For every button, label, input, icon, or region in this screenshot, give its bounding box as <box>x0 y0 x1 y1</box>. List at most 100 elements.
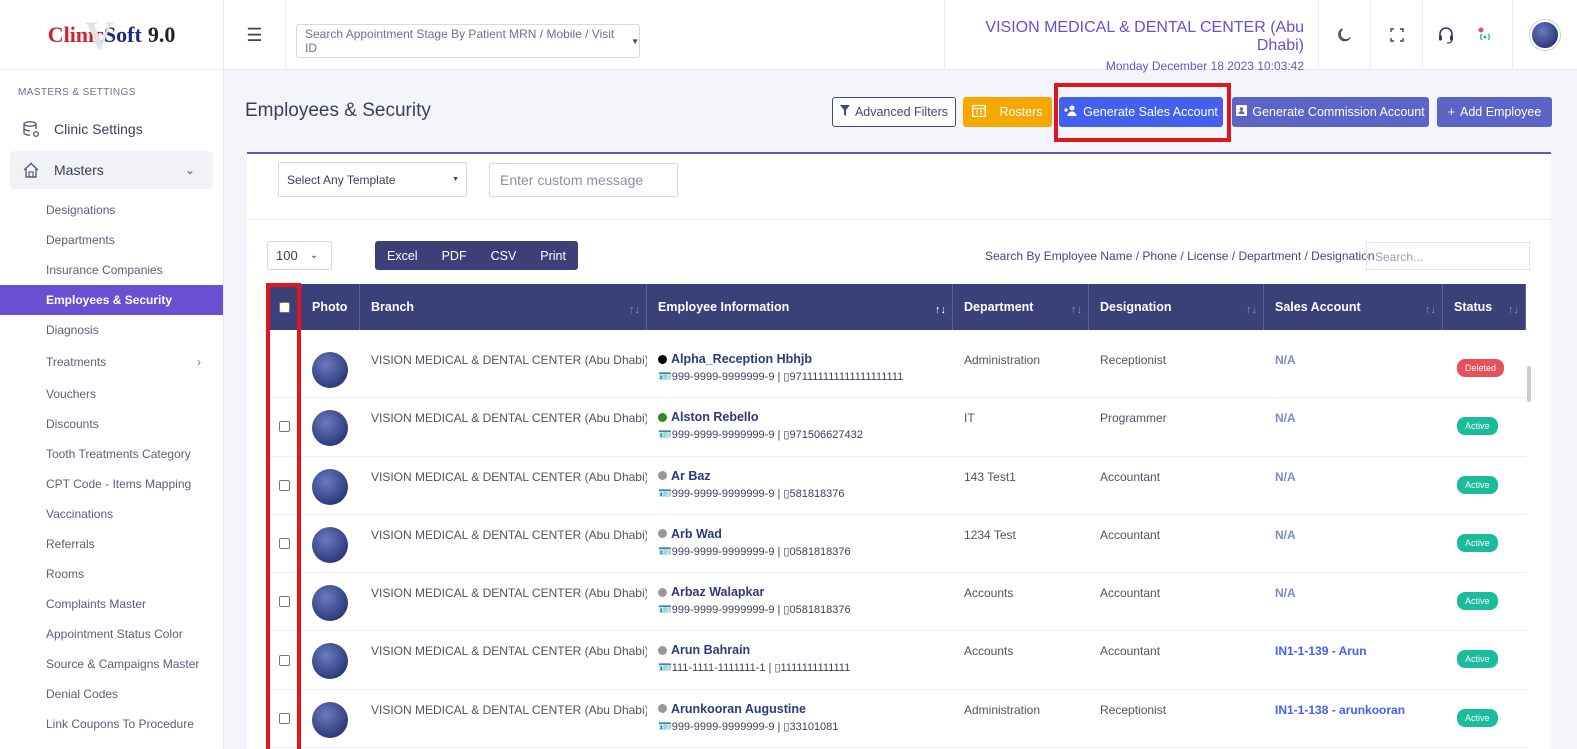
sidebar-item-complaints-master[interactable]: Complaints Master <box>0 589 223 619</box>
sidebar-item-diagnosis[interactable]: Diagnosis <box>0 315 223 345</box>
employee-info-cell[interactable]: Ar Baz 🪪999-9999-9999999-9 | ▯581818376 <box>647 457 953 514</box>
sidebar-item-departments[interactable]: Departments <box>0 225 223 255</box>
sidebar-item-denial-codes[interactable]: Denial Codes <box>0 679 223 709</box>
branch-cell: VISION MEDICAL & DENTAL CENTER (Abu Dhab… <box>371 353 647 367</box>
sales-account-cell: IN1-1-138 - arunkooran <box>1264 690 1443 747</box>
generate-commission-account-button[interactable]: Generate Commission Account <box>1232 97 1429 127</box>
branch-cell: VISION MEDICAL & DENTAL CENTER (Abu Dhab… <box>371 702 647 717</box>
employee-info-cell[interactable]: Arbaz Walapkar 🪪999-9999-9999999-9 | ▯05… <box>647 573 953 630</box>
page-length-select[interactable]: 100 ⌄ <box>267 241 332 270</box>
sales-account-value: IN1-1-138 - arunkooran <box>1275 702 1406 717</box>
employee-name[interactable]: Arunkooran Augustine <box>658 702 953 716</box>
table-header: Photo Branch ↑↓ Employee Information ↑↓ De… <box>268 284 1526 330</box>
column-header-department[interactable]: Department ↑↓ <box>953 284 1089 330</box>
home-icon <box>22 161 40 179</box>
status-dot <box>658 354 667 364</box>
export-print-button[interactable]: Print <box>528 241 578 270</box>
table-row[interactable]: VISION MEDICAL & DENTAL CENTER (Abu Dhab… <box>268 515 1526 574</box>
sidebar-item-cpt-code-mapping[interactable]: CPT Code - Items Mapping <box>0 469 223 499</box>
status-cell: Active <box>1443 457 1526 514</box>
table-row[interactable]: VISION MEDICAL & DENTAL CENTER (Abu Dhab… <box>268 340 1526 399</box>
sidebar-item-clinic-settings[interactable]: Clinic Settings <box>10 110 213 148</box>
table-row[interactable]: VISION MEDICAL & DENTAL CENTER (Abu Dhab… <box>268 690 1526 749</box>
sidebar-item-referrals[interactable]: Referrals <box>0 529 223 559</box>
export-csv-button[interactable]: CSV <box>479 241 529 270</box>
sidebar-item-treatments[interactable]: Treatments › <box>0 345 223 379</box>
status-badge[interactable]: Active <box>1457 708 1498 727</box>
table-row[interactable]: VISION MEDICAL & DENTAL CENTER (Abu Dhab… <box>268 398 1526 457</box>
custom-message-input[interactable]: Enter custom message <box>489 163 678 197</box>
add-employee-button[interactable]: + Add Employee <box>1437 97 1552 127</box>
user-avatar[interactable] <box>1512 0 1577 70</box>
rosters-button[interactable]: Rosters <box>963 97 1052 127</box>
table-row[interactable]: VISION MEDICAL & DENTAL CENTER (Abu Dhab… <box>268 457 1526 515</box>
column-header-sales-account[interactable]: Sales Account ↑↓ <box>1264 284 1443 330</box>
sidebar-item-vouchers[interactable]: Vouchers <box>0 379 223 409</box>
sidebar-item-source-campaigns[interactable]: Source & Campaigns Master <box>0 649 223 679</box>
sidebar-item-insurance-companies[interactable]: Insurance Companies <box>0 255 223 285</box>
employee-name[interactable]: Arun Bahrain <box>658 643 953 657</box>
sort-icon: ↑↓ <box>1071 304 1082 316</box>
status-badge[interactable]: Active <box>1457 592 1498 611</box>
sidebar-item-tooth-treatments-category[interactable]: Tooth Treatments Category <box>0 439 223 469</box>
column-header-branch[interactable]: Branch ↑↓ <box>360 284 647 330</box>
export-excel-button[interactable]: Excel <box>375 241 430 270</box>
sidebar-item-rooms[interactable]: Rooms <box>0 559 223 589</box>
headset-icon[interactable] <box>1422 0 1468 70</box>
sidebar-item-discounts[interactable]: Discounts <box>0 409 223 439</box>
broadcast-icon[interactable] <box>1468 0 1502 70</box>
status-badge[interactable]: Active <box>1457 417 1498 436</box>
column-header-designation[interactable]: Designation ↑↓ <box>1089 284 1264 330</box>
fullscreen-icon[interactable] <box>1370 0 1422 70</box>
sidebar-item-masters[interactable]: Masters ⌄ <box>10 151 213 189</box>
sidebar-item-vaccinations[interactable]: Vaccinations <box>0 499 223 529</box>
hamburger-icon[interactable]: ☰ <box>224 0 286 70</box>
database-gear-icon <box>22 120 40 138</box>
employee-info-cell[interactable]: Alpha_Reception Hbhjb 🪪999-9999-9999999-… <box>647 340 953 397</box>
sales-account-cell: N/A <box>1264 573 1443 630</box>
designation-cell: Receptionist <box>1100 353 1167 367</box>
status-badge[interactable]: Active <box>1457 650 1498 669</box>
sidebar-item-label: Masters <box>54 162 104 178</box>
employee-meta: 🪪999-9999-9999999-9 | ▯0581818376 <box>658 545 851 558</box>
table-search-input[interactable]: Search... <box>1366 242 1530 270</box>
template-select[interactable]: Select Any Template ▼ <box>278 162 467 197</box>
export-button-group: Excel PDF CSV Print <box>375 241 578 270</box>
advanced-filters-button[interactable]: Advanced Filters <box>832 97 956 127</box>
sales-account-value: N/A <box>1275 411 1296 426</box>
sidebar-item-designations[interactable]: Designations <box>0 195 223 225</box>
employee-name[interactable]: Ar Baz <box>658 469 953 483</box>
sidebar-item-label: Treatments <box>46 355 107 369</box>
status-badge[interactable]: Active <box>1457 475 1498 494</box>
status-badge[interactable]: Deleted <box>1457 359 1505 377</box>
template-select-value: Select Any Template <box>287 172 396 187</box>
employee-name[interactable]: Arbaz Walapkar <box>658 585 953 599</box>
employee-info-cell[interactable]: Arb Wad 🪪999-9999-9999999-9 | ▯058181837… <box>647 515 953 572</box>
employee-name[interactable]: Alpha_Reception Hbhjb <box>658 352 953 366</box>
table-row[interactable]: VISION MEDICAL & DENTAL CENTER (Abu Dhab… <box>268 631 1526 690</box>
brand-logo[interactable]: V ClinicSoft 9.0 <box>0 0 223 70</box>
column-header-status[interactable]: Status ↑↓ <box>1443 284 1526 330</box>
export-pdf-button[interactable]: PDF <box>430 241 479 270</box>
table-row[interactable]: VISION MEDICAL & DENTAL CENTER (Abu Dhab… <box>268 573 1526 632</box>
sales-button-highlight <box>1054 83 1231 142</box>
appointment-search-select[interactable]: Search Appointment Stage By Patient MRN … <box>296 24 640 58</box>
column-label: Sales Account <box>1275 300 1361 314</box>
page-title: Employees & Security <box>245 100 431 121</box>
photo-cell <box>301 690 360 747</box>
sidebar-item-appointment-status-color[interactable]: Appointment Status Color <box>0 619 223 649</box>
status-cell: Active <box>1443 515 1526 572</box>
sidebar-item-employees-security[interactable]: Employees & Security <box>0 285 223 315</box>
status-badge[interactable]: Active <box>1457 533 1498 552</box>
employee-avatar <box>312 701 348 738</box>
employee-avatar <box>312 352 348 388</box>
moon-icon[interactable] <box>1318 0 1370 70</box>
column-header-employee-information[interactable]: Employee Information ↑↓ <box>647 284 953 330</box>
employee-name[interactable]: Alston Rebello <box>658 410 953 424</box>
sidebar-item-link-coupons[interactable]: Link Coupons To Procedure <box>0 709 223 739</box>
employee-name[interactable]: Arb Wad <box>658 527 953 541</box>
employee-info-cell[interactable]: Arun Bahrain 🪪111-1111-1111111-1 | ▯1111… <box>647 631 953 688</box>
table-scrollbar[interactable] <box>1527 366 1531 402</box>
employee-info-cell[interactable]: Alston Rebello 🪪999-9999-9999999-9 | ▯97… <box>647 398 953 455</box>
employee-info-cell[interactable]: Arunkooran Augustine 🪪999-9999-9999999-9… <box>647 690 953 747</box>
